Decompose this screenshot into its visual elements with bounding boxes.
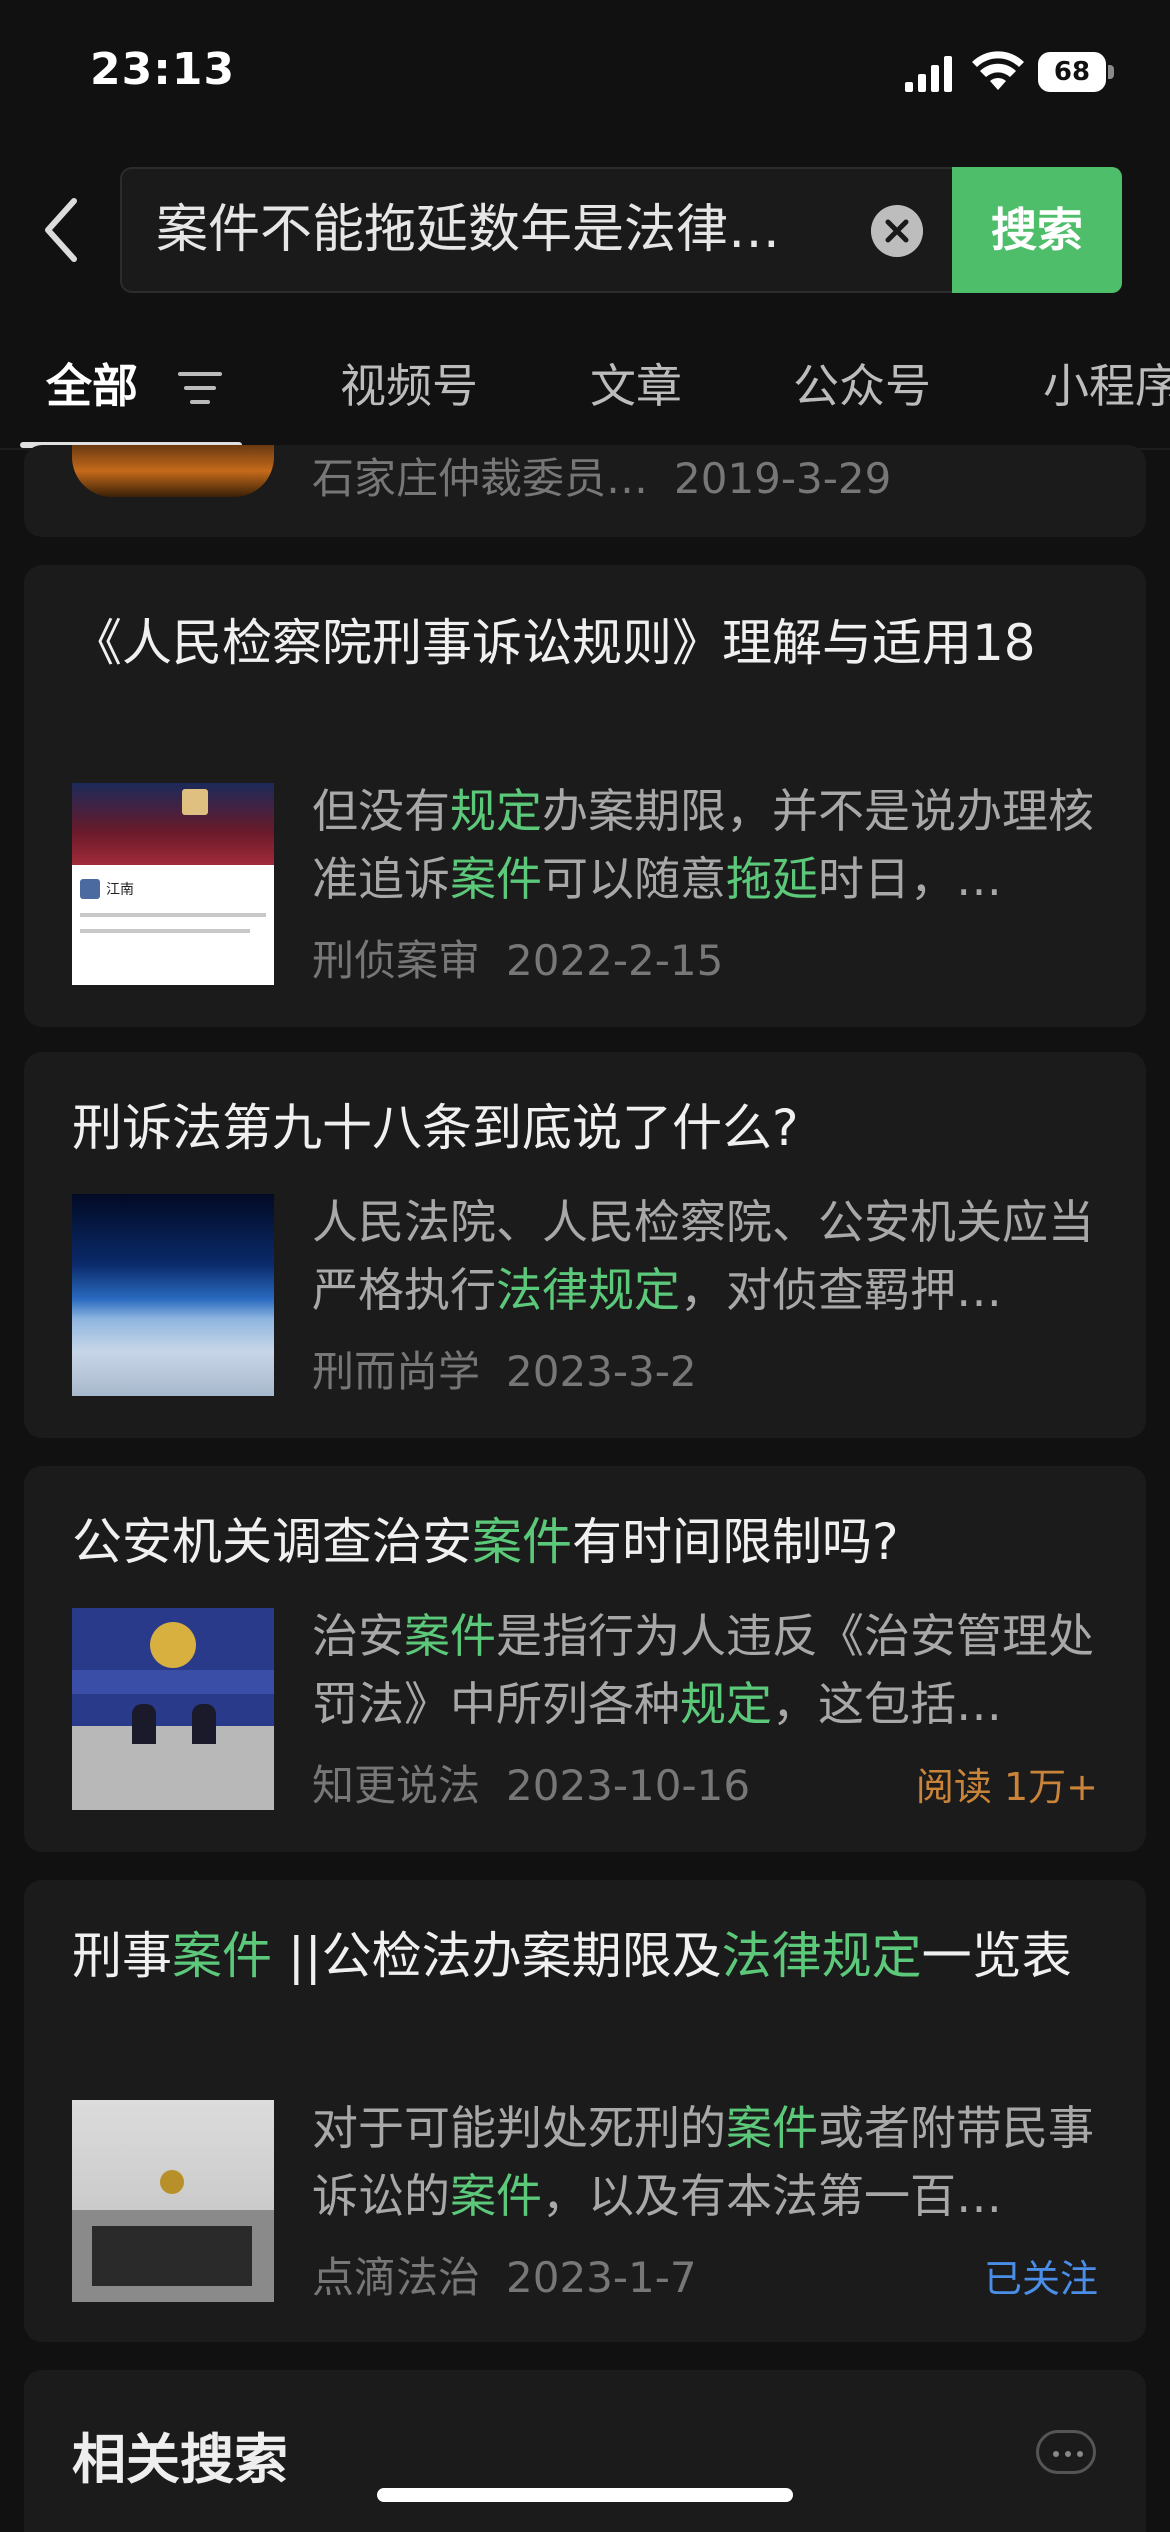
partial-result-card[interactable]: 石家庄仲裁委员… 2019-3-29 bbox=[24, 445, 1146, 537]
tab-articles[interactable]: 文章 bbox=[590, 350, 682, 416]
result-title: 刑事案件 ||公检法办案期限及法律规定一览表 bbox=[72, 1927, 1072, 1985]
result-card[interactable]: 刑事案件 ||公检法办案期限及法律规定一览表 对于可能判处死刑的案件或者附带民事… bbox=[24, 1880, 1146, 2342]
result-meta: 知更说法 2023-10-16 bbox=[312, 1752, 750, 1813]
back-arrow-icon[interactable] bbox=[40, 195, 84, 265]
battery-icon: 68 bbox=[1038, 52, 1114, 92]
status-time: 23:13 bbox=[90, 44, 236, 95]
tab-mini-programs[interactable]: 小程序 bbox=[1043, 350, 1170, 416]
result-snippet: 但没有规定办案期限，并不是说办理核准追诉案件可以随意拖延时日，… bbox=[312, 784, 1094, 906]
court-building-thumbnail bbox=[72, 2100, 274, 2302]
result-title: 《人民检察院刑事诉讼规则》理解与适用18 bbox=[72, 614, 1036, 672]
red-tree-icon bbox=[72, 783, 274, 865]
result-source[interactable]: 知更说法 bbox=[312, 1761, 480, 1810]
result-card[interactable]: 刑诉法第九十八条到底说了什么? 人民法院、人民检察院、公安机关应当严格执行法律规… bbox=[24, 1052, 1146, 1438]
result-source[interactable]: 点滴法治 bbox=[312, 2253, 480, 2302]
tab-video[interactable]: 视频号 bbox=[340, 350, 478, 416]
result-snippet: 治安案件是指行为人违反《治安管理处罚法》中所列各种规定，这包括… bbox=[312, 1609, 1094, 1731]
more-icon[interactable] bbox=[1036, 2430, 1096, 2474]
result-title: 刑诉法第九十八条到底说了什么? bbox=[72, 1099, 799, 1157]
home-indicator[interactable] bbox=[377, 2488, 793, 2502]
related-searches-title: 相关搜索 bbox=[72, 2428, 288, 2491]
tab-accounts[interactable]: 公众号 bbox=[793, 350, 931, 416]
result-source[interactable]: 刑而尚学 bbox=[312, 1347, 480, 1396]
result-source[interactable]: 刑侦案审 bbox=[312, 936, 480, 985]
emblem-icon bbox=[160, 2170, 184, 2194]
result-meta: 刑而尚学 2023-3-2 bbox=[312, 1338, 697, 1399]
search-query-text[interactable]: 案件不能拖延数年是法律… bbox=[156, 195, 816, 265]
result-card[interactable]: 公安机关调查治安案件有时间限制吗? 治安案件是指行为人违反《治安管理处罚法》中所… bbox=[24, 1466, 1146, 1852]
battery-level: 68 bbox=[1053, 57, 1091, 87]
police-badge-icon bbox=[150, 1622, 196, 1668]
search-button[interactable]: 搜索 bbox=[952, 167, 1122, 293]
screen: 23:13 68 案件不能拖延数年是法律… 搜索 全部 视频号 文章 公众号 小… bbox=[0, 0, 1170, 2532]
wifi-icon bbox=[972, 51, 1024, 90]
result-date: 2023-3-2 bbox=[506, 1347, 697, 1396]
result-snippet: 人民法院、人民检察院、公安机关应当严格执行法律规定，对侦查羁押… bbox=[312, 1195, 1094, 1317]
signal-icon bbox=[905, 56, 952, 92]
filter-icon[interactable] bbox=[178, 366, 222, 410]
result-date: 2022-2-15 bbox=[506, 936, 724, 985]
result-card[interactable]: 《人民检察院刑事诉讼规则》理解与适用18 江南 但没有规定办案期限，并不是说办理… bbox=[24, 565, 1146, 1027]
tab-all[interactable]: 全部 bbox=[46, 350, 138, 416]
tab-bar: 全部 视频号 文章 公众号 小程序 bbox=[0, 330, 1170, 450]
result-date: 2023-1-7 bbox=[506, 2253, 697, 2302]
partial-meta: 石家庄仲裁委员… 2019-3-29 bbox=[312, 454, 892, 503]
earth-horizon-thumbnail bbox=[72, 1194, 274, 1396]
partial-thumbnail bbox=[72, 445, 274, 497]
result-snippet: 对于可能判处死刑的案件或者附带民事诉讼的案件，以及有本法第一百… bbox=[312, 2101, 1094, 2223]
clear-icon[interactable] bbox=[871, 205, 923, 257]
result-meta: 刑侦案审 2022-2-15 bbox=[312, 927, 723, 988]
status-bar: 23:13 68 bbox=[0, 0, 1170, 140]
read-count: 阅读 1万+ bbox=[915, 1765, 1098, 1809]
result-thumbnail: 江南 bbox=[72, 783, 274, 985]
result-date: 2023-10-16 bbox=[506, 1761, 751, 1810]
result-meta: 点滴法治 2023-1-7 bbox=[312, 2244, 697, 2305]
police-press-thumbnail bbox=[72, 1608, 274, 1810]
following-badge: 已关注 bbox=[983, 2257, 1098, 2301]
result-title: 公安机关调查治安案件有时间限制吗? bbox=[72, 1513, 899, 1571]
